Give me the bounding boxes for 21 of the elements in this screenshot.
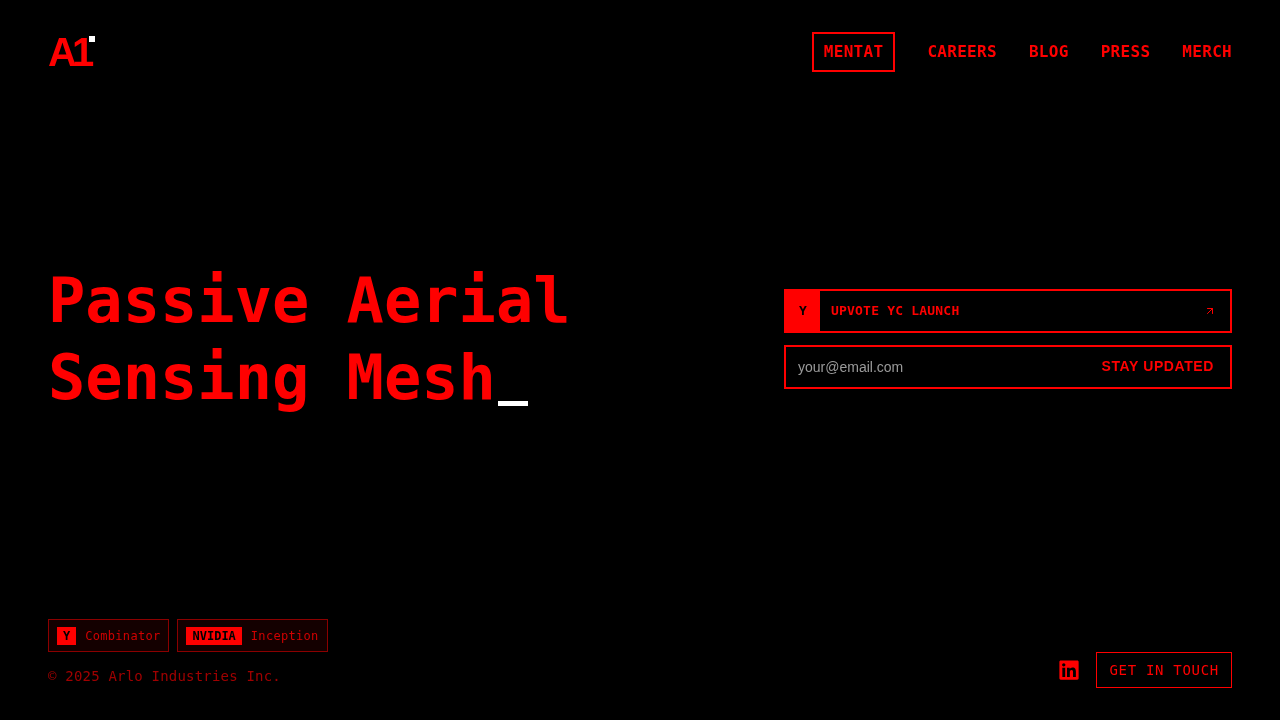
nav-link[interactable]: PRESS bbox=[1100, 32, 1151, 72]
nav-link[interactable]: BLOG bbox=[1028, 32, 1069, 72]
y-logo-tile: Y bbox=[786, 290, 820, 331]
hero-headline-line: Sensing Mesh bbox=[48, 339, 496, 416]
linkedin-icon[interactable] bbox=[1058, 659, 1081, 681]
text-cursor bbox=[497, 400, 528, 406]
logo[interactable]: A1 bbox=[48, 35, 96, 69]
get-in-touch-button[interactable]: GET IN TOUCH bbox=[1096, 652, 1232, 688]
backer-logo-tile: NVIDIA bbox=[186, 626, 242, 645]
email-signup-field[interactable]: your@email.com STAY UPDATED bbox=[784, 344, 1232, 389]
backer-label: Combinator bbox=[85, 627, 161, 645]
backer-label: Inception bbox=[250, 627, 319, 645]
nav-link[interactable]: CAREERS bbox=[927, 32, 997, 72]
email-input[interactable]: your@email.com bbox=[786, 346, 1086, 387]
upvote-launch-link[interactable]: Y UPVOTE YC LAUNCH bbox=[784, 288, 1232, 333]
hero-headline-line: Passive Aerial bbox=[48, 262, 571, 339]
nav-link[interactable]: MERCH bbox=[1182, 32, 1232, 72]
stay-updated-button[interactable]: STAY UPDATED bbox=[1085, 346, 1230, 387]
backer-logo-tile: Y bbox=[57, 626, 77, 645]
nav-link[interactable]: MENTAT bbox=[811, 32, 896, 72]
copyright-text: © 2025 Arlo Industries Inc. bbox=[48, 667, 282, 686]
